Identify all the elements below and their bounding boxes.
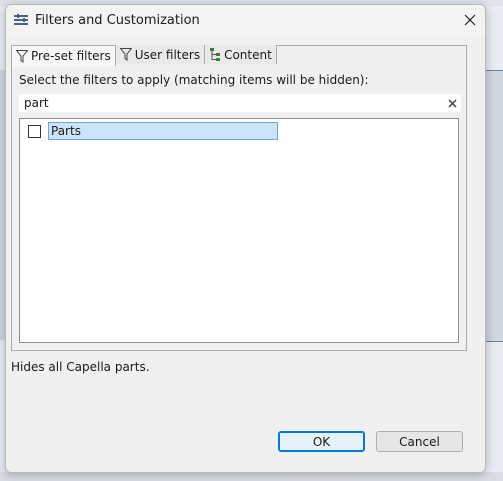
tab-preset-filters[interactable]: Pre-set filters — [11, 45, 116, 66]
dialog-title: Filters and Customization — [35, 13, 200, 28]
background-app-footer — [0, 472, 503, 481]
list-item[interactable]: Parts — [28, 122, 278, 140]
close-icon[interactable] — [459, 9, 481, 31]
parts-checkbox[interactable] — [28, 124, 41, 138]
funnel-icon — [119, 48, 132, 61]
tab-content[interactable]: Content — [205, 45, 277, 64]
funnel-icon — [16, 49, 28, 63]
filter-list[interactable]: Parts — [19, 118, 459, 343]
list-item-label[interactable]: Parts — [48, 122, 278, 140]
tree-icon — [210, 47, 221, 61]
background-app-panel — [483, 70, 503, 342]
title-bar[interactable]: Filters and Customization — [6, 5, 485, 37]
filter-description: Hides all Capella parts. — [11, 360, 150, 374]
clear-icon[interactable] — [445, 96, 459, 110]
filter-search-field[interactable] — [19, 94, 461, 112]
tab-label: Pre-set filters — [31, 49, 111, 63]
cancel-button[interactable]: Cancel — [376, 431, 463, 452]
filter-settings-icon — [14, 14, 28, 26]
tab-bar: Pre-set filters User filters Content — [11, 45, 277, 66]
instruction-text: Select the filters to apply (matching it… — [19, 73, 369, 87]
tab-label: Content — [224, 47, 272, 62]
search-input[interactable] — [19, 94, 434, 112]
ok-button[interactable]: OK — [278, 431, 365, 452]
tab-user-filters[interactable]: User filters — [115, 45, 206, 64]
tab-label: User filters — [134, 47, 201, 62]
